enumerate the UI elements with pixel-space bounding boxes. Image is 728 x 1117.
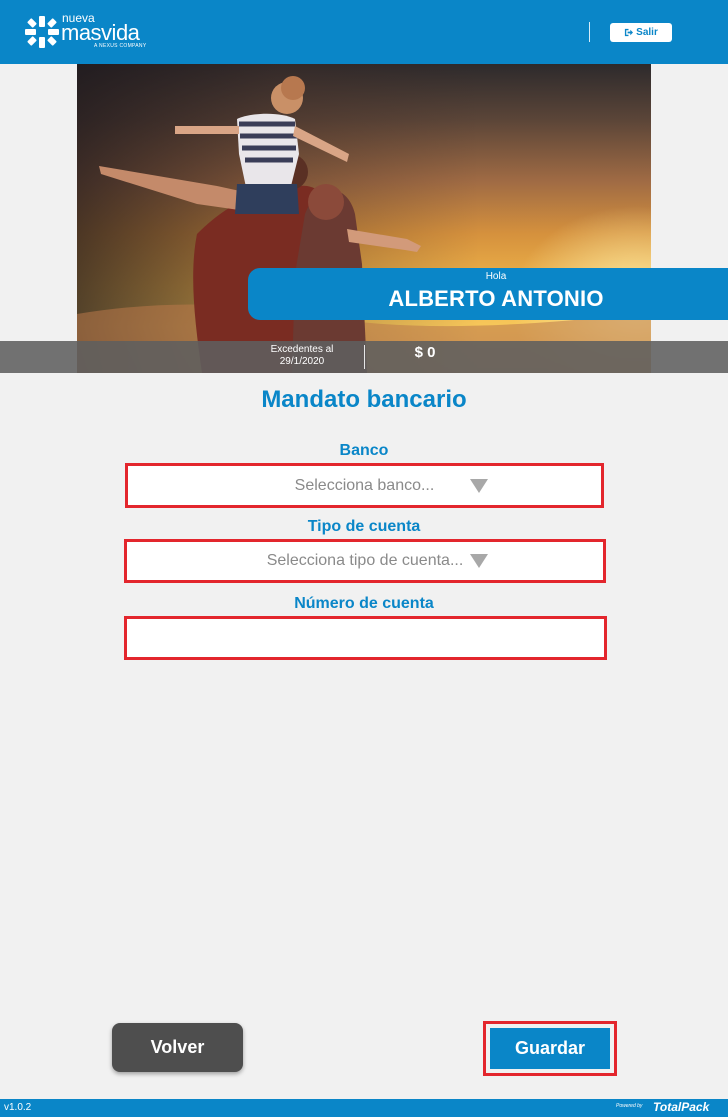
app-header: nueva masvida A NEXUS COMPANY Salir xyxy=(0,0,728,64)
logo-asterisk-icon xyxy=(25,16,59,48)
account-number-label: Número de cuenta xyxy=(294,595,434,612)
hero-banner-image xyxy=(77,64,651,373)
sign-out-icon xyxy=(625,28,634,37)
app-version: v1.0.2 xyxy=(4,1102,32,1113)
balance-label-line1: Excedentes al xyxy=(270,344,334,355)
header-divider xyxy=(589,22,590,42)
account-type-label: Tipo de cuenta xyxy=(307,518,421,535)
balance-value: $ 0 xyxy=(414,344,436,361)
logo-subtitle: A NEXUS COMPANY xyxy=(94,43,147,49)
balance-label: Excedentes al 29/1/2020 xyxy=(262,344,342,368)
balance-divider xyxy=(364,345,365,369)
balance-date: 29/1/2020 xyxy=(279,356,325,367)
powered-by-label: Powered by xyxy=(616,1103,643,1109)
family-silhouette-image xyxy=(77,76,651,373)
page-title: Mandato bancario xyxy=(261,386,467,413)
masvida-logo[interactable]: nueva masvida A NEXUS COMPANY xyxy=(24,10,174,50)
logout-button[interactable]: Salir xyxy=(610,23,672,42)
account-type-select-placeholder: Selecciona tipo de cuenta... xyxy=(266,552,464,569)
save-button-highlight: Guardar xyxy=(483,1021,617,1076)
totalpack-logo: TotalPack xyxy=(653,1100,710,1114)
greeting-banner: Hola ALBERTO ANTONIO xyxy=(248,268,728,320)
bank-label: Banco xyxy=(339,442,389,459)
account-type-select[interactable]: Selecciona tipo de cuenta... xyxy=(124,539,606,583)
bank-select-placeholder: Selecciona banco... xyxy=(294,476,435,494)
user-name: ALBERTO ANTONIO xyxy=(388,286,604,311)
app-footer: v1.0.2 Powered by TotalPack xyxy=(0,1099,728,1117)
logout-label: Salir xyxy=(636,27,658,38)
balance-bar: Excedentes al 29/1/2020 $ 0 xyxy=(0,341,728,373)
dropdown-caret-icon xyxy=(470,554,488,568)
back-button[interactable]: Volver xyxy=(112,1023,243,1072)
account-number-input[interactable] xyxy=(127,619,604,657)
bank-select[interactable]: Selecciona banco... xyxy=(125,463,604,508)
dropdown-caret-icon xyxy=(470,478,488,493)
account-number-field[interactable] xyxy=(124,616,607,660)
save-button[interactable]: Guardar xyxy=(490,1028,610,1069)
logo-main-text: masvida xyxy=(61,20,140,45)
greeting-label: Hola xyxy=(485,271,507,282)
